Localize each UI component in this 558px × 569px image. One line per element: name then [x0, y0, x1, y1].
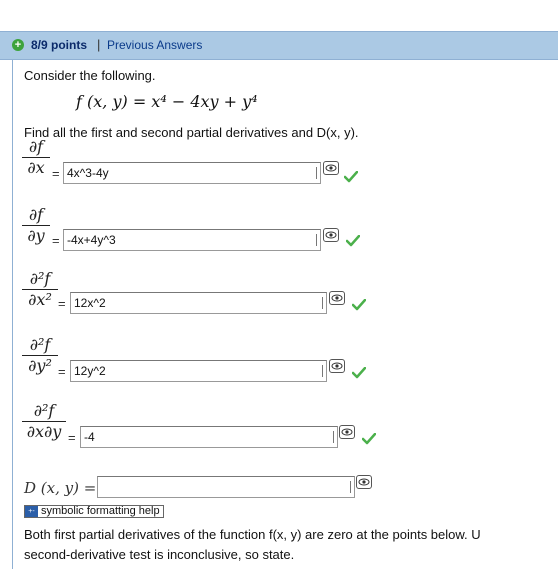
check-icon	[352, 367, 366, 379]
instruction-text: Find all the first and second partial de…	[24, 125, 359, 140]
equals-sign: =	[68, 430, 76, 445]
equals-sign: =	[52, 233, 60, 248]
symbolic-help-label: symbolic formatting help	[41, 505, 160, 517]
d-label: D (x, y) =	[24, 479, 97, 497]
derivative-label-fxx: ∂²f ∂x²	[22, 270, 58, 309]
answer-field-d[interactable]	[97, 476, 355, 498]
eye-icon[interactable]	[323, 161, 339, 175]
conclusion-text-line1: Both first partial derivatives of the fu…	[24, 527, 481, 542]
answer-field-fxy[interactable]: -4	[80, 426, 338, 448]
header-separator: |	[97, 37, 101, 52]
equals-sign: =	[58, 364, 66, 379]
check-icon	[352, 299, 366, 311]
answer-value: 4x^3-4y	[67, 166, 109, 180]
fraction-denominator: ∂x∂y	[26, 422, 62, 441]
previous-answers-link[interactable]: Previous Answers	[107, 38, 202, 52]
answer-field-fy[interactable]: -4x+4y^3	[63, 229, 321, 251]
plus-icon[interactable]: +	[12, 39, 24, 51]
fraction-numerator: ∂²f	[33, 401, 55, 420]
answer-field-fxx[interactable]: 12x^2	[70, 292, 327, 314]
derivative-label-fxy: ∂²f ∂x∂y	[22, 402, 66, 441]
symbolic-icon: +-	[25, 506, 38, 517]
derivative-label-fyy: ∂²f ∂y²	[22, 336, 58, 375]
eye-icon[interactable]	[329, 291, 345, 305]
fraction-numerator: ∂²f	[29, 269, 51, 288]
equals-sign: =	[58, 296, 66, 311]
fraction-denominator: ∂y	[27, 226, 45, 245]
fraction-denominator: ∂x²	[28, 290, 52, 309]
check-icon	[346, 235, 360, 247]
prompt-text: Consider the following.	[24, 68, 156, 83]
conclusion-text-line2: second-derivative test is inconclusive, …	[24, 547, 295, 562]
eye-icon[interactable]	[339, 425, 355, 439]
check-icon	[362, 433, 376, 445]
equals-sign: =	[52, 166, 60, 181]
answer-value: 12y^2	[74, 364, 106, 378]
fraction-numerator: ∂f	[28, 205, 44, 224]
eye-icon[interactable]	[356, 475, 372, 489]
fraction-denominator: ∂x	[27, 158, 45, 177]
answer-field-fx[interactable]: 4x^3-4y	[63, 162, 321, 184]
answer-value: 12x^2	[74, 296, 106, 310]
derivative-label-fx: ∂f ∂x	[22, 138, 50, 177]
answer-value: -4	[84, 430, 95, 444]
eye-icon[interactable]	[323, 228, 339, 242]
answer-field-fyy[interactable]: 12y^2	[70, 360, 327, 382]
fraction-numerator: ∂f	[28, 137, 44, 156]
frame-border	[12, 60, 13, 569]
answer-value: -4x+4y^3	[67, 233, 116, 247]
derivative-label-fy: ∂f ∂y	[22, 206, 50, 245]
eye-icon[interactable]	[329, 359, 345, 373]
check-icon	[344, 171, 358, 183]
points-score: 8/9 points	[31, 38, 88, 52]
function-definition: f (x, y) = x⁴ − 4xy + y⁴	[76, 92, 258, 111]
symbolic-formatting-help-button[interactable]: +- symbolic formatting help	[24, 505, 164, 518]
question-header: + 8/9 points | Previous Answers	[0, 31, 558, 60]
fraction-numerator: ∂²f	[29, 335, 51, 354]
fraction-denominator: ∂y²	[28, 356, 52, 375]
